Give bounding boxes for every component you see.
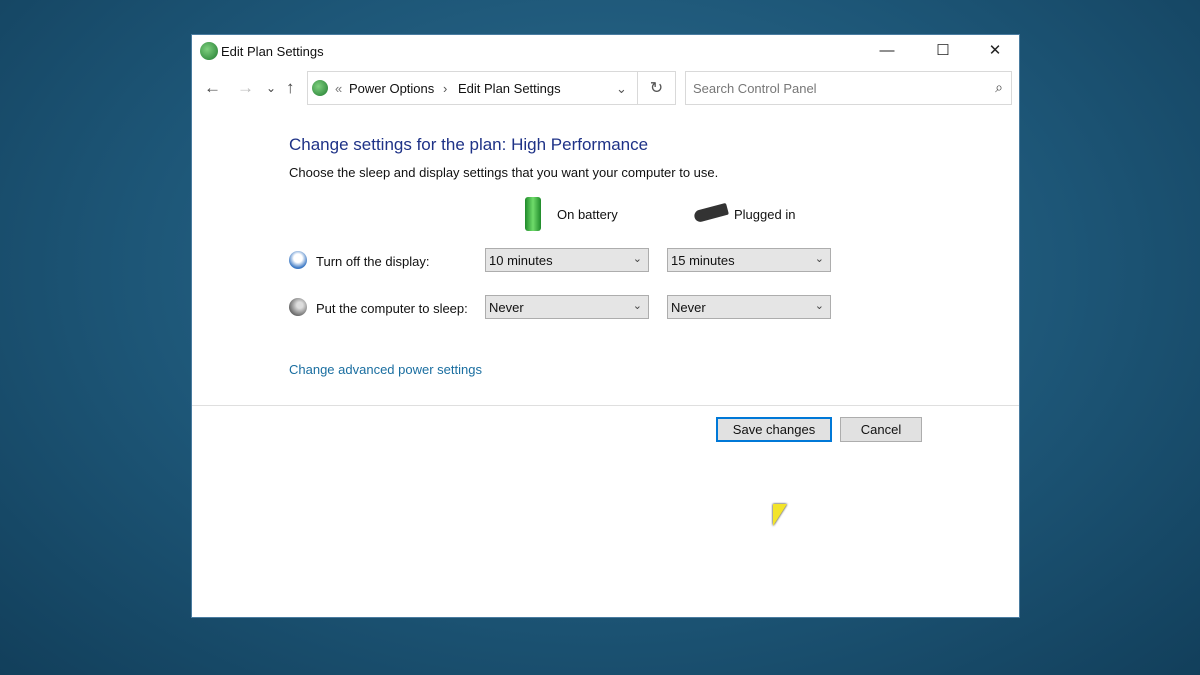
on-battery-header: On battery xyxy=(557,207,618,222)
search-input[interactable]: Search Control Panel ⌕ xyxy=(685,71,1012,105)
recent-locations-button[interactable]: ⌄ xyxy=(266,71,276,105)
plugged-in-header: Plugged in xyxy=(734,207,796,222)
up-button[interactable]: ↑ xyxy=(286,71,295,105)
refresh-button[interactable]: ↻ xyxy=(638,71,676,105)
search-icon[interactable]: ⌕ xyxy=(995,79,1003,96)
forward-button[interactable]: → xyxy=(237,71,254,105)
window-title: Edit Plan Settings xyxy=(221,44,324,59)
page-title: Change settings for the plan: High Perfo… xyxy=(289,135,649,154)
chevron-down-icon: ⌄ xyxy=(632,253,642,265)
address-bar[interactable]: « Power Options › Edit Plan Settings ⌄ xyxy=(307,71,638,105)
breadcrumb-separator-icon: › xyxy=(443,81,448,96)
overflow-chevron-icon[interactable]: « xyxy=(335,81,342,96)
selected-value: Never xyxy=(671,300,706,315)
address-dropdown-icon[interactable]: ⌄ xyxy=(616,81,627,97)
title-bar: Edit Plan Settings — ☐ ✕ xyxy=(192,35,1019,67)
chevron-down-icon: ⌄ xyxy=(814,253,824,265)
chevron-down-icon: ⌄ xyxy=(632,300,642,312)
sleep-label: Put the computer to sleep: xyxy=(316,301,468,316)
mouse-cursor-icon xyxy=(773,504,787,526)
selected-value: Never xyxy=(489,300,524,315)
power-options-icon xyxy=(200,42,218,60)
sleep-moon-icon xyxy=(289,298,307,316)
chevron-down-icon: ⌄ xyxy=(814,300,824,312)
cancel-button[interactable]: Cancel xyxy=(840,417,922,442)
advanced-power-settings-link[interactable]: Change advanced power settings xyxy=(289,362,482,377)
page-subtitle: Choose the sleep and display settings th… xyxy=(289,165,719,180)
maximize-button[interactable]: ☐ xyxy=(920,35,966,67)
display-plugged-select[interactable]: 15 minutes ⌄ xyxy=(667,248,831,272)
display-battery-select[interactable]: 10 minutes ⌄ xyxy=(485,248,649,272)
plug-icon xyxy=(693,202,729,224)
minimize-button[interactable]: — xyxy=(864,35,910,67)
search-placeholder: Search Control Panel xyxy=(693,81,817,96)
back-button[interactable]: ← xyxy=(204,71,221,105)
breadcrumb-edit-plan-settings[interactable]: Edit Plan Settings xyxy=(458,81,561,96)
selected-value: 10 minutes xyxy=(489,253,553,268)
power-options-icon xyxy=(312,80,328,96)
turn-off-display-label: Turn off the display: xyxy=(316,254,430,269)
save-changes-button[interactable]: Save changes xyxy=(716,417,832,442)
selected-value: 15 minutes xyxy=(671,253,735,268)
battery-icon xyxy=(525,197,541,231)
divider xyxy=(192,405,1019,406)
display-clock-icon xyxy=(289,251,307,269)
edit-plan-settings-window: Edit Plan Settings — ☐ ✕ ← → ⌄ ↑ « Power… xyxy=(191,34,1020,618)
close-button[interactable]: ✕ xyxy=(972,35,1018,67)
breadcrumb-power-options[interactable]: Power Options xyxy=(349,81,434,96)
sleep-battery-select[interactable]: Never ⌄ xyxy=(485,295,649,319)
sleep-plugged-select[interactable]: Never ⌄ xyxy=(667,295,831,319)
